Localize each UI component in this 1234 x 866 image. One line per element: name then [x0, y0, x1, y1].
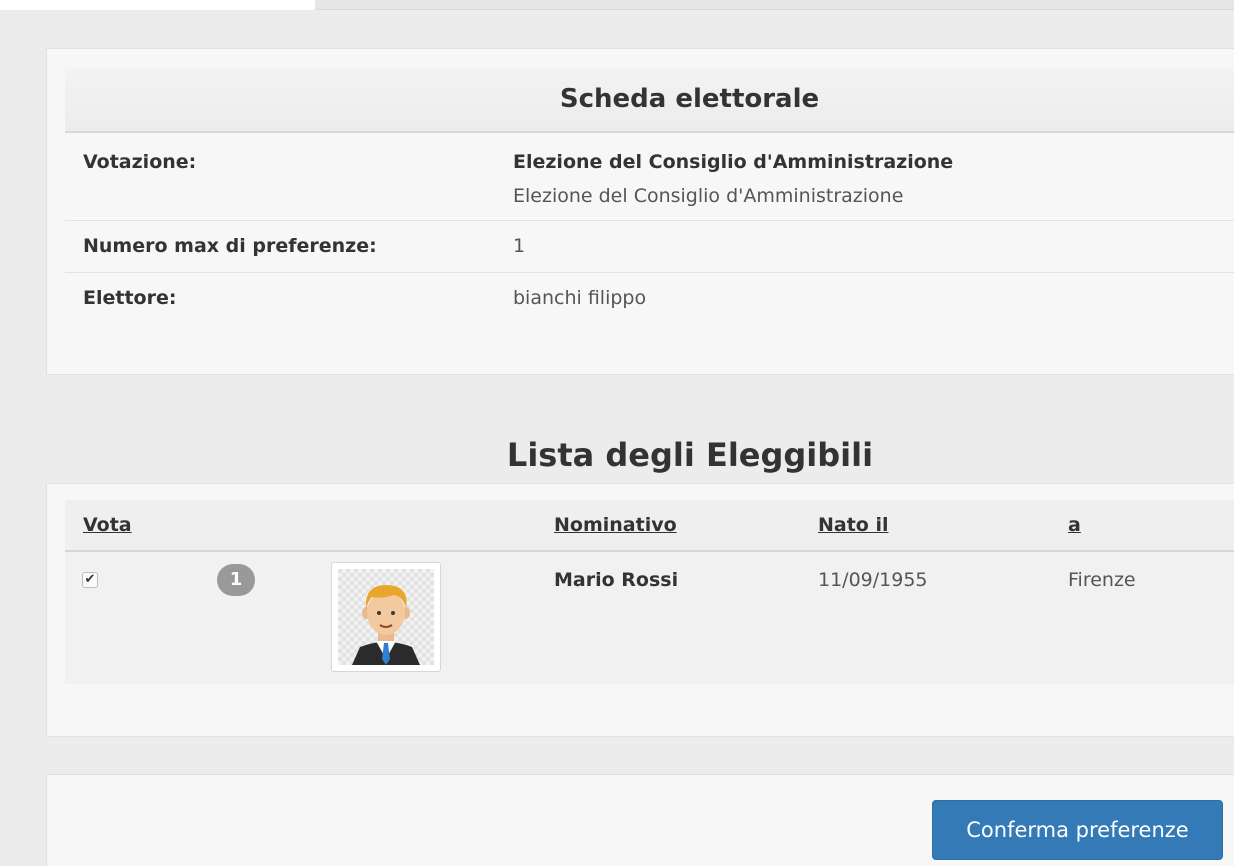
- candidate-birth-date: 11/09/1955: [818, 569, 928, 591]
- column-header-vota[interactable]: Vota: [83, 514, 132, 536]
- column-header-nominativo[interactable]: Nominativo: [554, 514, 677, 536]
- voter-label: Elettore:: [83, 287, 177, 309]
- votazione-row: Votazione: Elezione del Consiglio d'Ammi…: [65, 135, 1234, 221]
- table-header: Vota Nominativo Nato il a: [65, 500, 1234, 552]
- candidate-name: Mario Rossi: [554, 569, 679, 591]
- candidate-birth-place: Firenze: [1068, 569, 1136, 591]
- voter-name: bianchi filippo: [513, 287, 647, 309]
- max-preferences-value: 1: [513, 235, 526, 257]
- candidates-panel: Vota Nominativo Nato il a ✔ 1 Mario Ross…: [46, 483, 1234, 737]
- table-row: ✔ 1 Mario Rossi 11/09/1955 Firenze: [65, 552, 1234, 684]
- top-tab: [0, 0, 315, 10]
- votazione-description: Elezione del Consiglio d'Amministrazione: [513, 185, 904, 207]
- candidate-photo: [331, 562, 441, 672]
- votazione-label: Votazione:: [83, 151, 197, 173]
- max-preferences-label: Numero max di preferenze:: [83, 235, 377, 257]
- candidates-heading-text: Lista degli Eleggibili: [506, 436, 874, 474]
- confirm-preferences-button[interactable]: Conferma preferenze: [932, 800, 1223, 860]
- vote-checkbox[interactable]: ✔: [82, 572, 98, 588]
- votazione-title: Elezione del Consiglio d'Amministrazione: [513, 151, 954, 173]
- column-header-nato-il[interactable]: Nato il: [818, 514, 889, 536]
- avatar-man-icon: [338, 569, 434, 665]
- candidate-number-badge: 1: [217, 564, 255, 596]
- footer-panel: Conferma preferenze: [46, 774, 1234, 866]
- candidates-heading: Lista degli Eleggibili: [46, 436, 1234, 474]
- max-preferences-row: Numero max di preferenze: 1: [65, 221, 1234, 273]
- ballot-title-text: Scheda elettorale: [559, 84, 820, 114]
- top-strip: [315, 0, 1234, 10]
- ballot-title: Scheda elettorale: [65, 67, 1234, 133]
- column-header-a[interactable]: a: [1068, 514, 1081, 536]
- ballot-panel: Scheda elettorale Votazione: Elezione de…: [46, 48, 1234, 375]
- voter-row: Elettore: bianchi filippo: [65, 273, 1234, 325]
